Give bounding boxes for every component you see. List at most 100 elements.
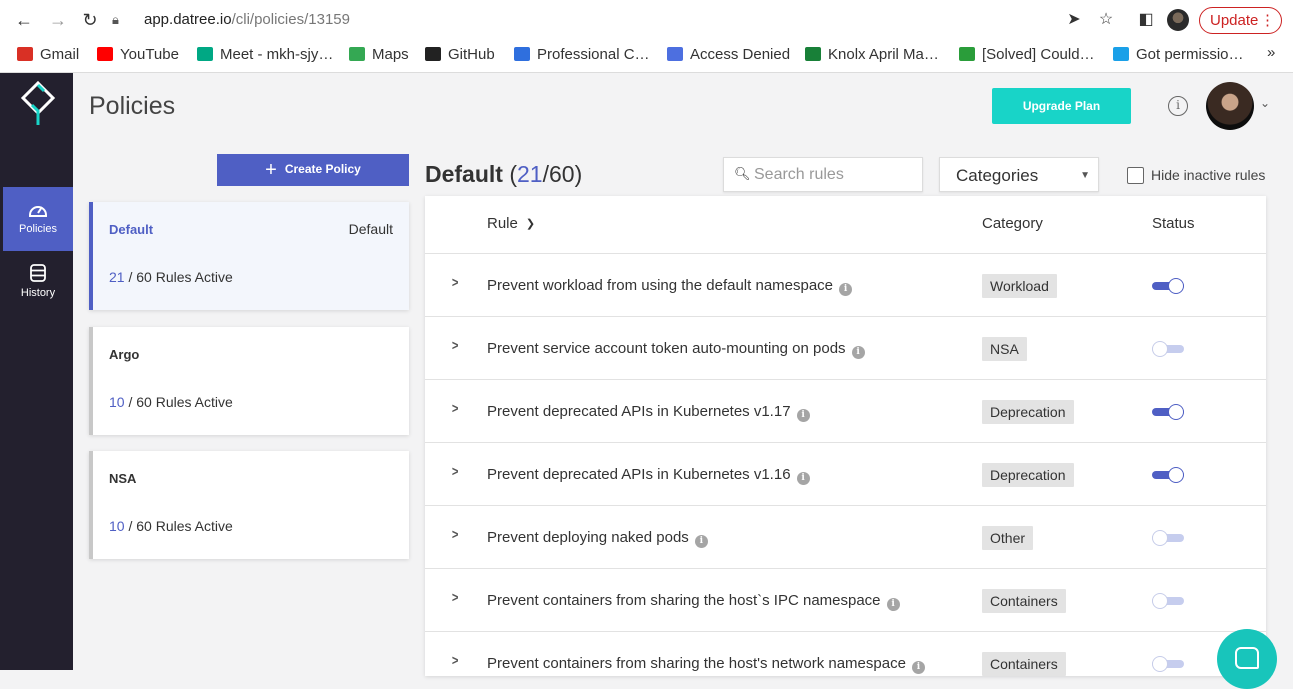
profile-avatar-small[interactable]	[1167, 9, 1189, 31]
bookmark-label: Maps	[372, 46, 409, 63]
table-row: > Prevent service account token auto-moun…	[425, 317, 1266, 380]
hide-inactive-checkbox[interactable]	[1127, 167, 1144, 184]
rule-name-text: Prevent service account token auto-mount…	[487, 340, 846, 357]
upgrade-plan-button[interactable]: Upgrade Plan	[992, 88, 1131, 124]
category-badge: NSA	[982, 337, 1027, 361]
rule-name: Prevent workload from using the default …	[487, 277, 853, 296]
bookmark-label: Knolx April Ma…	[828, 46, 939, 63]
page-title: Policies	[89, 92, 176, 120]
bookmark-label: Professional C…	[537, 46, 650, 63]
search-box[interactable]: 🔍︎	[723, 157, 923, 192]
create-policy-button[interactable]: + Create Policy	[217, 154, 409, 186]
status-toggle[interactable]	[1152, 404, 1184, 420]
active-count: 21	[517, 161, 543, 187]
bookmark-favicon-icon	[17, 47, 33, 61]
user-avatar[interactable]	[1206, 82, 1254, 130]
policy-active-count: 21	[109, 269, 125, 285]
bookmark-favicon-icon	[959, 47, 975, 61]
info-icon[interactable]: i	[694, 535, 708, 548]
expand-chevron-icon[interactable]: >	[452, 652, 459, 668]
column-header-rule[interactable]: Rule ❯	[487, 215, 535, 232]
category-badge: Deprecation	[982, 463, 1074, 487]
sort-chevron-icon: ❯	[525, 218, 536, 230]
policy-count-rest: / 60 Rules Active	[124, 394, 233, 410]
bookmark-item[interactable]: Access Denied	[667, 44, 790, 66]
bookmark-favicon-icon	[97, 47, 113, 61]
info-icon[interactable]: i	[839, 283, 853, 296]
info-icon[interactable]: i	[796, 472, 810, 485]
bookmark-item[interactable]: Professional C…	[514, 44, 650, 66]
bookmark-label: Access Denied	[690, 46, 791, 63]
rule-name-text: Prevent containers from sharing the host…	[487, 592, 881, 609]
update-button[interactable]: Update ⋮	[1199, 7, 1282, 34]
policy-card[interactable]: Argo 10 / 60 Rules Active	[89, 327, 409, 435]
url-path: /cli/policies/13159	[231, 11, 350, 28]
rule-name-text: Prevent deprecated APIs in Kubernetes v1…	[487, 466, 791, 483]
status-toggle[interactable]	[1152, 278, 1184, 294]
sidebar-item-policies[interactable]: Policies	[3, 187, 73, 251]
chat-widget-button[interactable]	[1217, 629, 1277, 689]
toggle-knob	[1168, 278, 1184, 294]
back-arrow-icon[interactable]: ←	[12, 8, 36, 32]
scrollbar[interactable]	[1276, 196, 1288, 670]
expand-chevron-icon[interactable]: >	[452, 463, 459, 479]
info-icon[interactable]: i	[911, 661, 925, 674]
reload-icon[interactable]: ↻	[78, 8, 102, 32]
datree-logo-icon[interactable]	[20, 81, 56, 127]
table-row: > Prevent deploying naked pods i Other	[425, 506, 1266, 569]
bookmark-item[interactable]: Meet - mkh-sjy…	[197, 44, 333, 66]
bookmark-label: Got permissio…	[1136, 46, 1244, 63]
policy-card[interactable]: Default Default 21 / 60 Rules Active	[89, 202, 409, 310]
bookmark-item[interactable]: Maps	[349, 44, 409, 66]
bookmark-item[interactable]: Knolx April Ma…	[805, 44, 939, 66]
info-icon[interactable]: i	[1168, 96, 1188, 116]
info-icon[interactable]: i	[851, 346, 865, 359]
rule-name-text: Prevent workload from using the default …	[487, 277, 834, 294]
status-toggle[interactable]	[1152, 530, 1184, 546]
send-icon[interactable]: ➤	[1063, 8, 1085, 32]
table-row: > Prevent containers from sharing the hos…	[425, 632, 1266, 676]
dashboard-gauge-icon	[29, 206, 47, 217]
bookmark-item[interactable]: [Solved] Could…	[959, 44, 1095, 66]
forward-arrow-icon[interactable]: →	[46, 8, 70, 32]
search-input[interactable]	[754, 164, 914, 186]
hide-inactive-label: Hide inactive rules	[1151, 167, 1266, 183]
categories-dropdown[interactable]: Categories ▼	[939, 157, 1099, 192]
expand-chevron-icon[interactable]: >	[452, 337, 459, 353]
expand-chevron-icon[interactable]: >	[452, 526, 459, 542]
policy-card[interactable]: NSA 10 / 60 Rules Active	[89, 451, 409, 559]
category-badge: Containers	[982, 589, 1066, 613]
info-icon[interactable]: i	[796, 409, 810, 422]
bookmarks-overflow-icon[interactable]: »	[1267, 44, 1275, 61]
expand-chevron-icon[interactable]: >	[452, 589, 459, 605]
expand-chevron-icon[interactable]: >	[452, 400, 459, 416]
bookmark-item[interactable]: Gmail	[17, 44, 79, 66]
status-toggle[interactable]	[1152, 341, 1184, 357]
plus-icon: +	[265, 158, 277, 181]
toggle-knob	[1152, 593, 1168, 609]
sidebar-item-history[interactable]: History	[3, 251, 73, 315]
bookmark-favicon-icon	[197, 47, 213, 61]
bookmark-favicon-icon	[349, 47, 365, 61]
address-bar[interactable]: 🔒︎ app.datree.io/cli/policies/13159	[112, 8, 1052, 32]
policy-card-name: Default	[109, 222, 154, 237]
toggle-knob	[1168, 404, 1184, 420]
hide-inactive-toggle[interactable]: Hide inactive rules	[1127, 165, 1265, 185]
policy-card-count: 10 / 60 Rules Active	[109, 518, 233, 534]
chevron-down-icon[interactable]: ⌄	[1260, 96, 1270, 110]
bookmark-item[interactable]: Got permissio…	[1113, 44, 1244, 66]
star-icon[interactable]: ☆	[1095, 8, 1117, 32]
sidepanel-icon[interactable]: ◧	[1135, 8, 1157, 32]
status-toggle[interactable]	[1152, 467, 1184, 483]
table-row: > Prevent workload from using the default…	[425, 254, 1266, 317]
bookmark-item[interactable]: GitHub	[425, 44, 495, 66]
bookmark-favicon-icon	[805, 47, 821, 61]
table-row: > Prevent deprecated APIs in Kubernetes v…	[425, 380, 1266, 443]
bookmark-label: [Solved] Could…	[982, 46, 1095, 63]
expand-chevron-icon[interactable]: >	[452, 274, 459, 290]
status-toggle[interactable]	[1152, 593, 1184, 609]
info-icon[interactable]: i	[886, 598, 900, 611]
categories-label: Categories	[956, 166, 1039, 185]
sidebar-item-label: History	[20, 287, 56, 299]
bookmark-item[interactable]: YouTube	[97, 44, 179, 66]
